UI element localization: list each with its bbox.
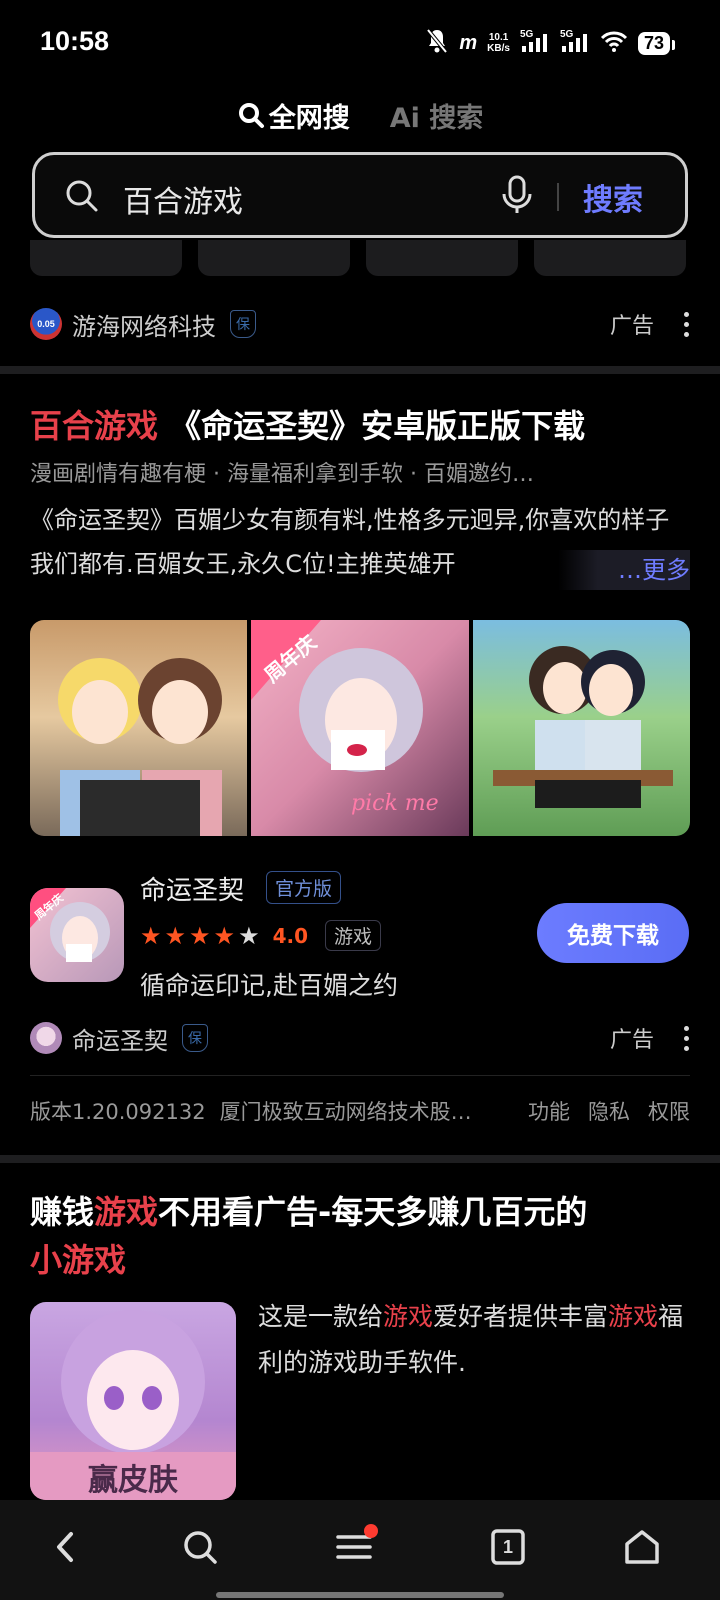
ad-source-row: 0.05 游海网络科技 保 广告 xyxy=(30,302,690,346)
ad-source-row: 命运圣契 保 广告 xyxy=(30,1016,690,1060)
search-icon xyxy=(65,179,99,217)
divider xyxy=(30,1075,690,1076)
star-icon: ★ xyxy=(213,921,236,950)
search-button[interactable]: 搜索 xyxy=(583,175,643,219)
app-name[interactable]: 命运圣契 xyxy=(140,870,244,907)
signal-5g-icon-2: 5G xyxy=(560,28,590,58)
bottom-navigation: 1 xyxy=(0,1500,720,1600)
search-mode-tabs: 全网搜 Ai 搜索 xyxy=(0,90,720,140)
app-meta-links: 功能 隐私 权限 xyxy=(528,1096,690,1126)
official-badge: 官方版 xyxy=(266,871,342,904)
brand-name[interactable]: 游海网络科技 xyxy=(72,307,216,342)
notification-dot xyxy=(364,1524,378,1538)
search-box[interactable]: 百合游戏 搜索 xyxy=(32,152,688,238)
svg-text:5G: 5G xyxy=(560,29,574,40)
carrier-icon: m xyxy=(459,31,478,54)
rating-value: 4.0 xyxy=(272,923,309,948)
ad-label: 广告 xyxy=(609,1028,654,1053)
gallery-image-1[interactable] xyxy=(30,620,248,836)
verified-badge: 保 xyxy=(230,310,256,338)
svg-text:pick me: pick me xyxy=(351,791,439,816)
star-icon: ★ xyxy=(140,921,162,950)
menu-button[interactable] xyxy=(324,1522,384,1572)
result-tags: 漫画剧情有趣有梗 · 海量福利拿到手软 · 百媚邀约… xyxy=(30,462,534,487)
app-slogan: 循命运印记,赴百媚之约 xyxy=(140,971,398,1000)
free-download-button[interactable]: 免费下载 xyxy=(537,903,689,963)
status-bar: 10:58 m 10.1 KB/s 5G 5G 73 xyxy=(0,0,720,88)
svg-text:赢皮肤: 赢皮肤 xyxy=(88,1463,179,1498)
app-developer: 厦门极致互动网络技术股… xyxy=(219,1100,472,1124)
tabs-count: 1 xyxy=(502,1536,513,1557)
star-icon: ★ xyxy=(164,921,187,950)
tab-web-search[interactable]: 全网搜 xyxy=(237,96,350,135)
tab-label: Ai 搜索 xyxy=(389,102,484,134)
privacy-link[interactable]: 隐私 xyxy=(588,1096,630,1126)
signal-5g-icon: 5G xyxy=(520,28,550,58)
section-separator xyxy=(0,366,720,374)
source-name[interactable]: 命运圣契 xyxy=(72,1021,168,1056)
category-tag: 游戏 xyxy=(325,920,382,951)
home-icon xyxy=(625,1530,659,1564)
home-indicator[interactable] xyxy=(216,1592,504,1598)
microphone-icon[interactable] xyxy=(501,175,533,219)
gallery-image-2[interactable]: 周年庆 pick me xyxy=(251,620,469,836)
result-thumbnail[interactable]: 赢皮肤 xyxy=(30,1302,236,1500)
permissions-link[interactable]: 权限 xyxy=(648,1096,690,1126)
source-avatar xyxy=(30,1022,62,1054)
svg-text:5G: 5G xyxy=(520,29,534,40)
gallery-image-3[interactable] xyxy=(472,620,690,836)
search-icon xyxy=(184,1531,217,1564)
search-input[interactable]: 百合游戏 xyxy=(123,177,243,221)
home-button[interactable] xyxy=(612,1522,672,1572)
app-version: 版本1.20.092132 xyxy=(30,1100,206,1124)
section-separator xyxy=(0,1155,720,1163)
verified-badge: 保 xyxy=(182,1024,208,1052)
result-description: 这是一款给游戏爱好者提供丰富游戏福利的游戏助手软件. xyxy=(258,1302,684,1377)
wifi-icon xyxy=(600,30,628,56)
status-icons: m 10.1 KB/s 5G 5G 73 xyxy=(425,28,676,58)
search-icon xyxy=(238,103,264,128)
back-icon xyxy=(57,1532,73,1562)
suggestion-chip[interactable] xyxy=(534,240,686,276)
features-link[interactable]: 功能 xyxy=(528,1096,570,1126)
more-options-icon[interactable] xyxy=(682,311,690,337)
search-divider xyxy=(557,183,559,211)
brand-logo: 0.05 xyxy=(30,308,62,340)
net-speed: 10.1 KB/s xyxy=(487,32,510,54)
suggestion-chip[interactable] xyxy=(366,240,518,276)
ad-label: 广告 xyxy=(609,314,654,339)
search-nav-button[interactable] xyxy=(170,1522,230,1572)
more-link[interactable]: …更多 xyxy=(558,550,690,590)
suggestion-chip[interactable] xyxy=(30,240,182,276)
app-icon[interactable]: 周年庆 xyxy=(30,888,124,982)
more-options-icon[interactable] xyxy=(682,1025,690,1051)
suggestion-chips xyxy=(30,240,690,284)
mute-icon xyxy=(425,28,449,58)
result-gallery: 周年庆 pick me xyxy=(30,620,690,836)
back-button[interactable] xyxy=(36,1522,96,1572)
app-meta-row: 版本1.20.092132 厦门极致互动网络技术股… 功能 隐私 权限 xyxy=(30,1096,690,1126)
result-title[interactable]: 赚钱游戏不用看广告-每天多赚几百元的 小游戏 xyxy=(30,1188,690,1284)
star-empty-icon: ★ xyxy=(238,921,260,950)
suggestion-chip[interactable] xyxy=(198,240,350,276)
status-time: 10:58 xyxy=(40,26,110,56)
tab-label: 全网搜 xyxy=(268,102,350,134)
tab-ai-search[interactable]: Ai 搜索 xyxy=(390,96,484,135)
rating-row: ★ ★ ★ ★ ★ 4.0 游戏 xyxy=(140,920,382,951)
tabs-button[interactable]: 1 xyxy=(478,1522,538,1572)
result-title[interactable]: 百合游戏 《命运圣契》安卓版正版下载 xyxy=(30,402,690,450)
battery-icon: 73 xyxy=(637,31,676,55)
star-icon: ★ xyxy=(189,921,211,950)
